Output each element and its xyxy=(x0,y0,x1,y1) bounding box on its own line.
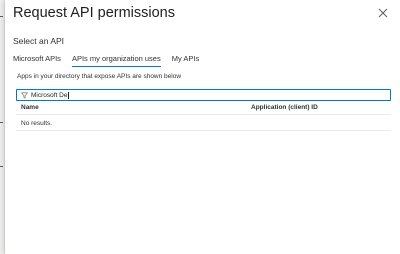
request-api-permissions-panel: Request API permissions Select an API Mi… xyxy=(5,0,400,254)
api-search-input[interactable]: Microsoft De xyxy=(16,89,391,101)
table-row: No results. xyxy=(16,116,391,131)
filter-icon xyxy=(21,92,28,99)
background-page-mark xyxy=(0,122,3,123)
panel-title: Request API permissions xyxy=(13,5,175,21)
results-table-header: Name Application (client) ID xyxy=(16,102,391,115)
text-cursor xyxy=(67,91,69,99)
tab-apis-my-organization-uses[interactable]: APIs my organization uses xyxy=(71,54,161,67)
background-page-mark xyxy=(0,16,3,17)
tab-description: Apps in your directory that expose APIs … xyxy=(17,73,182,80)
section-heading: Select an API xyxy=(13,36,65,46)
column-header-name[interactable]: Name xyxy=(21,104,39,111)
no-results-message: No results. xyxy=(21,120,53,127)
api-tabs: Microsoft APIs APIs my organization uses… xyxy=(13,54,210,68)
tab-microsoft-apis[interactable]: Microsoft APIs xyxy=(13,54,61,67)
search-input-value: Microsoft De xyxy=(31,91,68,99)
close-icon[interactable] xyxy=(378,8,388,18)
background-page-mark xyxy=(0,166,3,167)
tab-my-apis[interactable]: My APIs xyxy=(172,54,200,67)
column-header-application-id[interactable]: Application (client) ID xyxy=(251,104,318,111)
